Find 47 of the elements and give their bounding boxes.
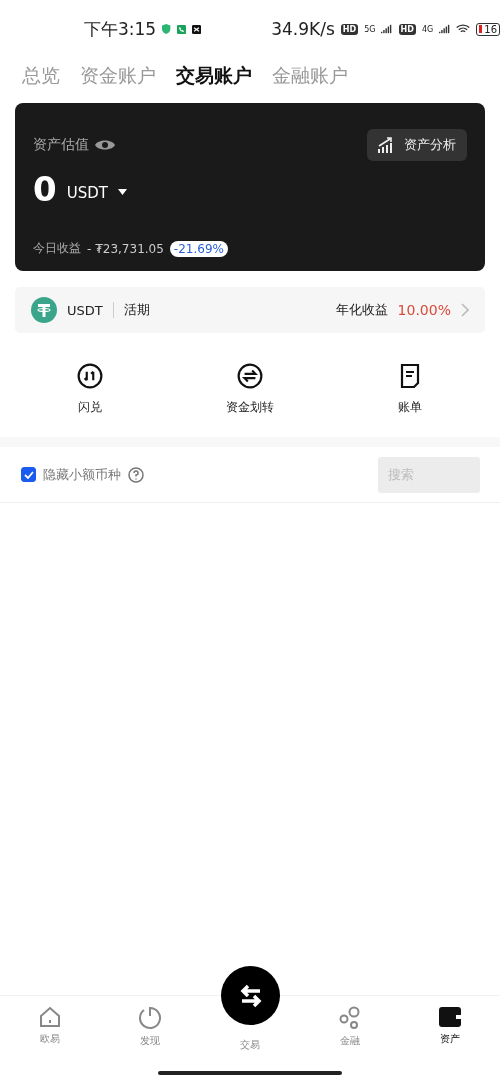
- checkbox[interactable]: [21, 467, 36, 482]
- term-label: 活期: [123, 301, 150, 319]
- currency-selector[interactable]: USDT: [66, 184, 108, 202]
- hd-badge: HD: [340, 23, 359, 35]
- nav-tab[interactable]: 金融: [300, 1006, 400, 1052]
- phone-app-icon: [176, 22, 186, 36]
- nav-tab[interactable]: 欧易: [0, 1006, 100, 1052]
- wallet-icon: [438, 1006, 462, 1028]
- timer-icon: [138, 1006, 162, 1030]
- earn-banner[interactable]: USDT 活期 年化收益 10.00%: [15, 287, 485, 333]
- action-button[interactable]: 闪兑: [10, 363, 170, 423]
- help-icon[interactable]: [128, 466, 144, 483]
- home-icon: [39, 1006, 61, 1028]
- circles-icon: [339, 1006, 361, 1030]
- eye-icon: [95, 138, 115, 152]
- coin-name: USDT: [67, 302, 103, 318]
- network-type: 4G: [421, 24, 434, 34]
- today-earnings-label: 今日收益: [33, 240, 81, 257]
- shield-icon: [162, 22, 171, 36]
- swap-arrows-icon: [77, 363, 103, 389]
- nav-tab[interactable]: 交易: [240, 1038, 260, 1052]
- yield-label: 年化收益: [335, 301, 388, 319]
- nav-tab[interactable]: 发现: [100, 1006, 200, 1052]
- card-title: 资产估值: [33, 136, 89, 154]
- transfer-arrows-icon: [237, 363, 263, 389]
- asset-amount: 0: [33, 169, 57, 209]
- checkbox-label: 隐藏小额币种: [43, 465, 121, 484]
- account-tab[interactable]: 交易账户: [176, 63, 252, 89]
- nav-tab[interactable]: 资产: [400, 1006, 500, 1052]
- yield-value: 10.00%: [397, 302, 451, 318]
- app-icon: [191, 22, 201, 36]
- signal-icon: [381, 23, 393, 35]
- chevron-right-icon: [461, 303, 469, 317]
- clock-time: 下午3:15: [84, 17, 157, 41]
- change-percent: -21.69%: [169, 240, 228, 257]
- action-button[interactable]: 资金划转: [170, 363, 330, 423]
- bill-icon: [399, 363, 421, 389]
- today-earnings-value: - ₮23,731.05: [87, 241, 164, 256]
- hd-badge: HD: [398, 23, 416, 35]
- signal-icon: [439, 23, 451, 35]
- battery-icon: 16: [476, 22, 500, 36]
- caret-icon: [117, 189, 127, 195]
- tether-coin-icon: [31, 297, 57, 323]
- network-type: 5G: [364, 24, 376, 34]
- asset-analysis-button[interactable]: 资产分析: [367, 129, 467, 161]
- action-button[interactable]: 账单: [330, 363, 490, 423]
- network-speed: 34.9K/s: [271, 19, 335, 39]
